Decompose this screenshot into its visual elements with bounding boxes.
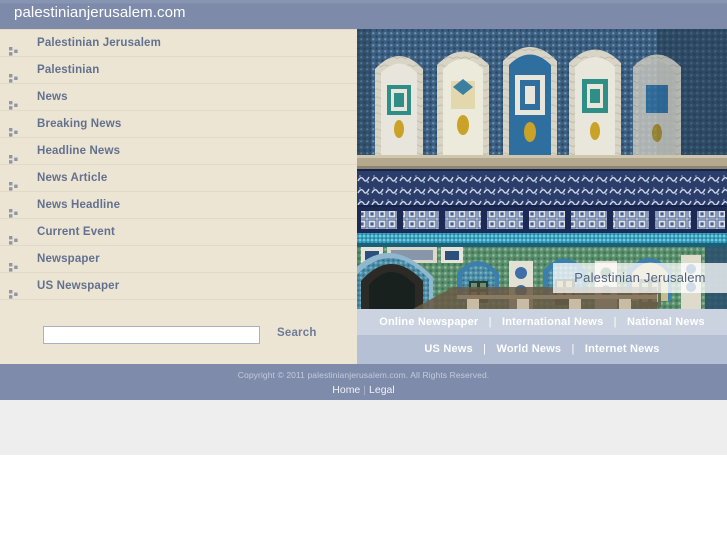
list-item[interactable]: Palestinian Jerusalem [0,29,357,57]
list-item[interactable]: Headline News [0,138,357,165]
bullet-squares-icon [9,66,18,83]
nav-link-us-news[interactable]: US News [424,343,472,355]
search-input[interactable] [43,326,260,344]
footer-link-legal[interactable]: Legal [369,384,395,396]
nav-link-internet-news[interactable]: Internet News [585,343,660,355]
list-item[interactable]: Palestinian [0,57,357,84]
sidebar-item-label[interactable]: Headline News [37,138,120,164]
page-root: palestinianjerusalem.com Palestinian Jer… [0,0,727,545]
bullet-squares-icon [9,120,18,137]
sidebar-item-label[interactable]: News [37,84,68,110]
category-nav-row-1: Online Newspaper | International News | … [357,309,727,335]
list-item[interactable]: US Newspaper [0,273,357,300]
site-container: palestinianjerusalem.com Palestinian Jer… [0,0,727,400]
bullet-squares-icon [9,228,18,245]
sidebar-item-label[interactable]: News Headline [37,192,120,218]
nav-separator: | [571,343,575,355]
category-nav: Online Newspaper | International News | … [357,309,727,364]
nav-separator: | [483,343,487,355]
bullet-squares-icon [9,174,18,191]
site-footer: Copyright © 2011 palestinianjerusalem.co… [0,364,727,400]
copyright-text: Copyright © 2011 palestinianjerusalem.co… [237,370,490,380]
bullet-squares-icon [9,93,18,110]
bullet-squares-icon [9,282,18,299]
list-item[interactable]: Current Event [0,219,357,246]
bullet-squares-icon [9,147,18,164]
sidebar-item-label[interactable]: Palestinian [37,57,99,83]
sidebar-item-label[interactable]: Newspaper [37,246,100,272]
bullet-squares-icon [9,39,18,56]
search-button[interactable]: Search [277,327,317,339]
sidebar-item-label[interactable]: News Article [37,165,107,191]
hero-caption: Palestinian Jerusalem [553,263,727,293]
list-item[interactable]: News Headline [0,192,357,219]
sidebar-item-label[interactable]: US Newspaper [37,273,119,299]
site-domain-title: palestinianjerusalem.com [14,4,186,21]
footer-link-home[interactable]: Home [332,384,360,396]
sidebar-item-label[interactable]: Breaking News [37,111,121,137]
site-header: palestinianjerusalem.com [0,0,727,29]
nav-link-national-news[interactable]: National News [627,316,705,328]
nav-link-online-newspaper[interactable]: Online Newspaper [379,316,478,328]
bullet-squares-icon [9,201,18,218]
keyword-link-list: Palestinian Jerusalem Palestinian News B… [0,29,357,300]
search-area: Search [0,318,357,364]
list-item[interactable]: Newspaper [0,246,357,273]
nav-separator: | [613,316,617,328]
list-item[interactable]: News Article [0,165,357,192]
nav-link-international-news[interactable]: International News [502,316,603,328]
hero-image: Palestinian Jerusalem [357,29,727,309]
sidebar-item-label[interactable]: Current Event [37,219,115,245]
footer-links: Home | Legal [0,384,727,396]
list-item[interactable]: News [0,84,357,111]
bullet-squares-icon [9,255,18,272]
sidebar-item-label[interactable]: Palestinian Jerusalem [37,30,161,56]
sidebar: Palestinian Jerusalem Palestinian News B… [0,29,357,364]
category-nav-row-2: US News | World News | Internet News [357,335,727,364]
list-item[interactable]: Breaking News [0,111,357,138]
nav-link-world-news[interactable]: World News [496,343,561,355]
nav-separator: | [488,316,492,328]
footer-separator: | [363,384,367,396]
